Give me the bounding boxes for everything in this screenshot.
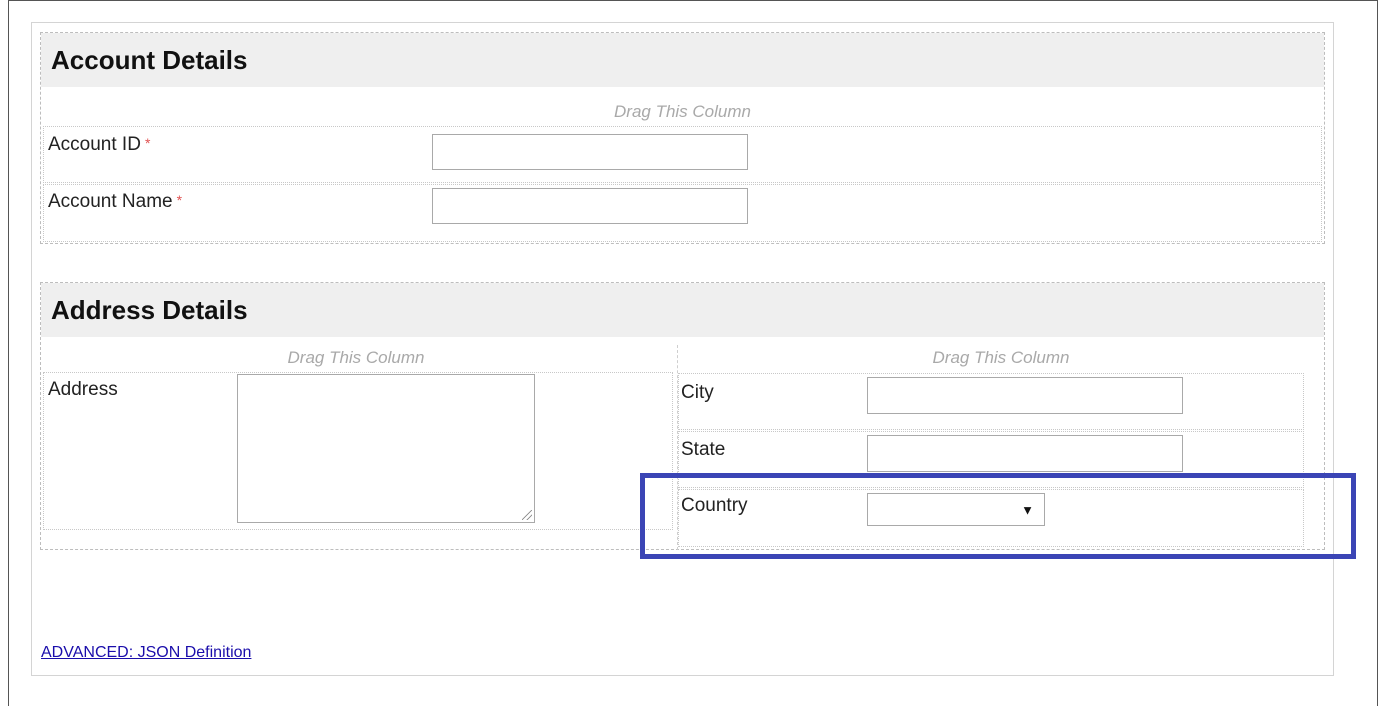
account-id-label: Account ID * bbox=[48, 134, 151, 155]
account-name-input[interactable] bbox=[432, 188, 748, 224]
required-mark: * bbox=[176, 192, 183, 208]
section-title: Account Details bbox=[41, 33, 1324, 87]
state-input[interactable] bbox=[867, 435, 1183, 472]
drag-column-handle-right[interactable]: Drag This Column bbox=[678, 348, 1324, 368]
drag-column-handle[interactable]: Drag This Column bbox=[41, 102, 1324, 122]
city-input[interactable] bbox=[867, 377, 1183, 414]
highlight-box bbox=[640, 473, 1356, 559]
account-id-row[interactable]: Account ID * bbox=[43, 126, 1322, 183]
account-details-section[interactable]: Account Details Drag This Column Account… bbox=[40, 32, 1325, 244]
city-row[interactable]: City bbox=[678, 373, 1304, 430]
advanced-json-link[interactable]: ADVANCED: JSON Definition bbox=[41, 644, 251, 662]
account-id-input[interactable] bbox=[432, 134, 748, 170]
drag-column-handle-left[interactable]: Drag This Column bbox=[41, 348, 671, 368]
state-label: State bbox=[681, 439, 726, 460]
account-name-row[interactable]: Account Name * bbox=[43, 184, 1322, 242]
resize-grip-icon[interactable] bbox=[522, 510, 532, 520]
address-label: Address bbox=[48, 379, 118, 400]
city-label: City bbox=[681, 382, 714, 403]
address-textarea[interactable] bbox=[237, 374, 535, 523]
section-title: Address Details bbox=[41, 283, 1324, 337]
address-row[interactable]: Address bbox=[43, 372, 673, 530]
account-name-label: Account Name * bbox=[48, 191, 183, 212]
required-mark: * bbox=[144, 135, 151, 151]
